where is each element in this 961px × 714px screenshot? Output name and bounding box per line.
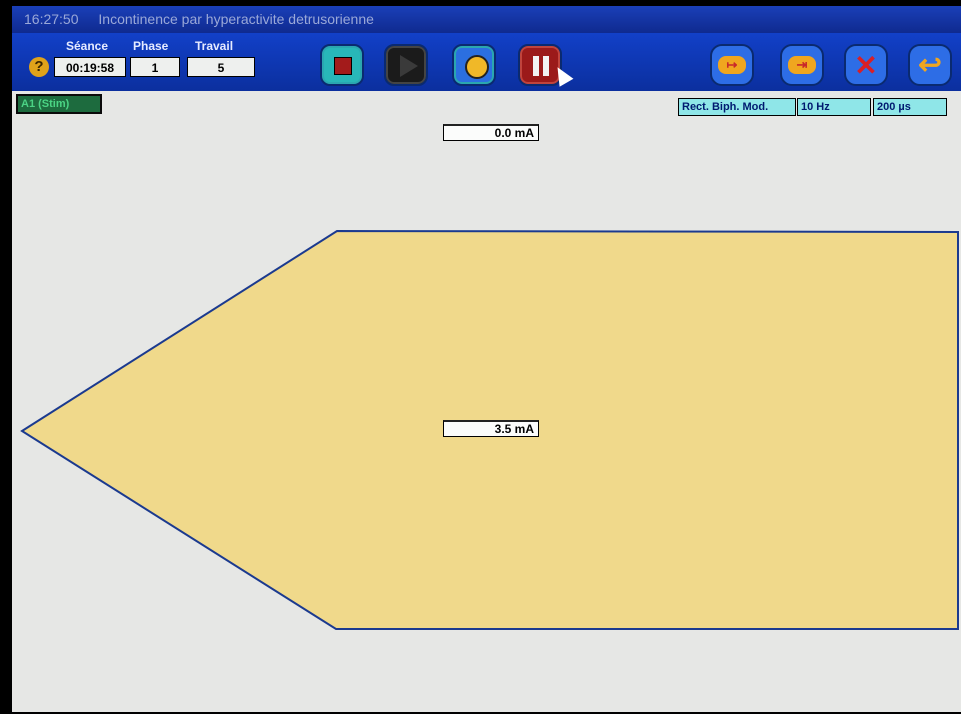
stopwatch-icon xyxy=(465,55,489,79)
seance-label: Séance xyxy=(66,39,109,53)
skip-button[interactable]: ⇥ xyxy=(780,44,824,86)
next-phase-button[interactable]: ↦ xyxy=(710,44,754,86)
phase-label: Phase xyxy=(133,39,169,53)
play-icon xyxy=(400,55,418,77)
stimulator-screen: 16:27:50 Incontinence par hyperactivite … xyxy=(6,2,961,712)
clock-time: 16:27:50 xyxy=(24,11,79,27)
protocol-title: Incontinence par hyperactivite detrusori… xyxy=(98,11,374,27)
pulse-width-field: 200 µs xyxy=(873,98,947,116)
stop-button[interactable] xyxy=(320,44,364,86)
back-button[interactable]: ↩ xyxy=(908,44,952,86)
cancel-button[interactable]: ✕ xyxy=(844,44,888,86)
close-icon: ✕ xyxy=(854,50,878,81)
intensity-envelope xyxy=(20,229,959,630)
toolbar: ? Séance 00:19:58 Phase 1 Travail 5 ↦ ⇥ … xyxy=(12,33,961,91)
waveform-field: Rect. Biph. Mod. xyxy=(678,98,796,116)
frequency-field: 10 Hz xyxy=(797,98,871,116)
plateau-amplitude-field[interactable]: 3.5 mA xyxy=(443,420,539,437)
travail-label: Travail xyxy=(195,39,234,53)
play-button[interactable] xyxy=(384,44,428,86)
channel-label: A1 (Stim) xyxy=(16,94,102,114)
start-amplitude-field[interactable]: 0.0 mA xyxy=(443,124,539,141)
help-button[interactable]: ? xyxy=(29,57,49,77)
skip-icon: ⇥ xyxy=(788,56,816,74)
undo-icon: ↩ xyxy=(918,49,942,80)
phase-value: 1 xyxy=(130,57,180,77)
title-bar: 16:27:50 Incontinence par hyperactivite … xyxy=(12,6,961,33)
question-icon: ? xyxy=(34,58,44,75)
stop-icon xyxy=(334,57,352,75)
seance-value: 00:19:58 xyxy=(54,57,126,77)
stimulation-area: A1 (Stim) Rect. Biph. Mod. 10 Hz 200 µs … xyxy=(12,91,961,712)
travail-value: 5 xyxy=(187,57,255,77)
timer-button[interactable] xyxy=(452,44,496,86)
next-phase-icon: ↦ xyxy=(718,56,746,74)
